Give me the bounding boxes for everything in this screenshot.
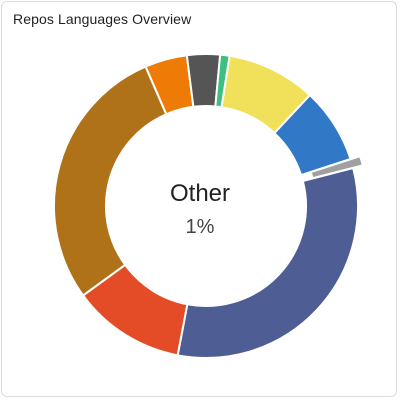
donut-chart-svg: [53, 53, 365, 359]
languages-card: Repos Languages Overview Other 1%: [1, 1, 397, 397]
donut-slice[interactable]: [176, 166, 359, 359]
donut-chart: Other 1%: [2, 2, 398, 398]
donut-slice[interactable]: [53, 65, 168, 297]
